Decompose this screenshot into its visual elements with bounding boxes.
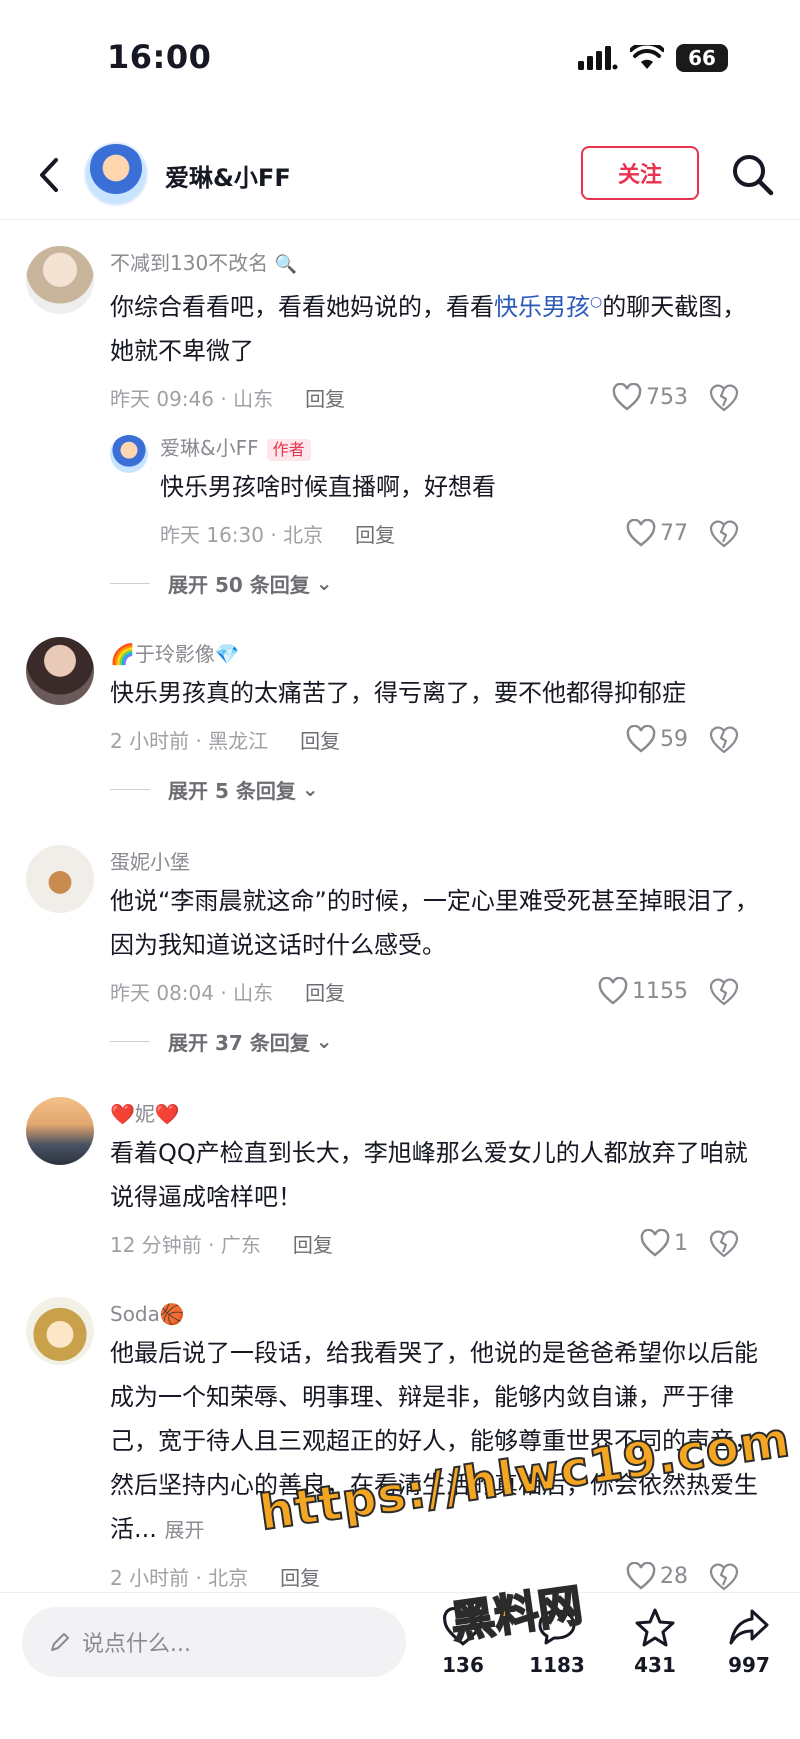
dislike-icon[interactable] (708, 1227, 740, 1259)
divider (110, 1040, 150, 1042)
reply-button[interactable]: 回复 (305, 977, 345, 1006)
comment-meta: 12 分钟前 · 广东 回复 1 (110, 1219, 770, 1267)
commenter-avatar[interactable] (26, 637, 94, 705)
comment-meta: 2 小时前 · 黑龙江 回复 59 (110, 715, 770, 763)
share-count: 997 (728, 1653, 770, 1677)
comment-input[interactable]: 说点什么... (22, 1607, 406, 1677)
commenter-avatar[interactable] (26, 246, 94, 314)
comment-meta: 昨天 08:04 · 山东 回复 1155 (110, 967, 770, 1015)
chevron-down-icon: ⌄ (315, 1029, 333, 1053)
search-icon[interactable] (728, 150, 778, 200)
dislike-icon[interactable] (708, 723, 740, 755)
commenter-avatar[interactable] (26, 845, 94, 913)
reply-button[interactable]: 回复 (280, 1562, 320, 1591)
comment-list[interactable]: 不减到130不改名 🔍 你综合看看吧，看看她妈说的，看看快乐男孩○的聊天截图，她… (0, 222, 800, 1592)
dislike-icon[interactable] (708, 381, 740, 413)
comment-item: 蛋妮小堡 他说“李雨晨就这命”的时候，一定心里难受死甚至掉眼泪了， 因为我知道说… (0, 815, 800, 1067)
reply-text: 快乐男孩啥时候直播啊，好想看 (160, 473, 496, 501)
like-button[interactable]: 1 (640, 1229, 688, 1257)
star-icon (635, 1608, 675, 1647)
commenter-name[interactable]: 不减到130不改名 🔍 (110, 246, 770, 280)
dislike-icon[interactable] (708, 1560, 740, 1592)
commenter-name[interactable]: ❤️妮❤️ (110, 1097, 770, 1131)
status-icons: 66 (578, 44, 728, 72)
comment-text: 你综合看看吧，看看她妈说的，看看快乐男孩○的聊天截图，她就不卑微了 (110, 293, 747, 365)
wifi-icon (630, 45, 664, 69)
author-name[interactable]: 爱琳&小FF (165, 158, 291, 193)
heart-icon (612, 383, 642, 411)
follow-button[interactable]: 关注 (581, 146, 699, 200)
status-bar: 16:00 66 (0, 0, 800, 110)
video-header: 爱琳&小FF 关注 (0, 130, 800, 220)
share-action[interactable]: 997 (704, 1607, 794, 1677)
comment-text: 快乐男孩真的太痛苦了，得亏离了，要不他都得抑郁症 (110, 679, 686, 707)
dislike-icon[interactable] (708, 517, 740, 549)
heart-icon (626, 1562, 656, 1590)
author-badge: 作者 (266, 438, 311, 461)
reply-button[interactable]: 回复 (305, 383, 345, 412)
author-reply: 爱琳&小FF 作者 快乐男孩啥时候直播啊，好想看 昨天 16:30 · 北京 回复… (110, 431, 770, 557)
search-link[interactable]: 快乐男孩 (494, 293, 590, 321)
favorite-action[interactable]: 431 (610, 1607, 700, 1677)
expand-replies[interactable]: 展开 5 条回复 ⌄ (110, 763, 770, 815)
reply-name[interactable]: 爱琳&小FF 作者 (160, 431, 770, 465)
reply-button[interactable]: 回复 (300, 725, 340, 754)
commenter-name[interactable]: 🌈于玲影像💎 (110, 637, 770, 671)
chevron-down-icon: ⌄ (315, 571, 333, 595)
status-time: 16:00 (107, 38, 212, 76)
battery-indicator: 66 (676, 44, 728, 72)
commenter-name[interactable]: 蛋妮小堡 (110, 845, 770, 879)
pencil-icon (51, 1633, 69, 1651)
commenter-avatar[interactable] (26, 1097, 94, 1165)
reply-button[interactable]: 回复 (293, 1229, 333, 1258)
heart-icon (626, 519, 656, 547)
commenter-avatar[interactable] (26, 1297, 94, 1365)
like-count: 136 (442, 1653, 484, 1677)
like-button[interactable]: 1155 (598, 977, 688, 1005)
reply-meta: 昨天 16:30 · 北京 回复 77 (160, 509, 770, 557)
dislike-icon[interactable] (708, 975, 740, 1007)
comment-meta: 2 小时前 · 北京 回复 28 (110, 1552, 770, 1592)
like-button[interactable]: 59 (626, 725, 688, 753)
comment-text: 他说“李雨晨就这命”的时候，一定心里难受死甚至掉眼泪了， 因为我知道说这话时什么… (110, 887, 759, 959)
comment-count: 1183 (529, 1653, 585, 1677)
expand-replies[interactable]: 展开 37 条回复 ⌄ (110, 1015, 770, 1067)
comment-item: ❤️妮❤️ 看着QQ产检直到长大，李旭峰那么爱女儿的人都放弃了咱就说得逼成啥样吧… (0, 1067, 800, 1267)
comment-placeholder: 说点什么... (82, 1632, 191, 1657)
heart-icon (598, 977, 628, 1005)
signal-icon (578, 46, 618, 70)
search-icon: 🔍 (274, 254, 297, 275)
divider (110, 788, 150, 790)
favorite-count: 431 (634, 1653, 676, 1677)
share-icon (729, 1609, 769, 1645)
bottom-action-bar: 说点什么... 136 1183 431 997 (0, 1592, 800, 1739)
like-button[interactable]: 77 (626, 519, 688, 547)
author-avatar[interactable] (84, 142, 148, 206)
comment-meta: 昨天 09:46 · 山东 回复 753 (110, 373, 770, 421)
chevron-down-icon: ⌄ (301, 777, 319, 801)
comment-item: 🌈于玲影像💎 快乐男孩真的太痛苦了，得亏离了，要不他都得抑郁症 2 小时前 · … (0, 609, 800, 815)
heart-icon (640, 1229, 670, 1257)
commenter-name[interactable]: Soda🏀 (110, 1297, 770, 1331)
expand-text-button[interactable]: 展开 (165, 1518, 205, 1542)
back-icon[interactable] (30, 150, 70, 200)
reply-button[interactable]: 回复 (355, 519, 395, 548)
comment-text: 看着QQ产检直到长大，李旭峰那么爱女儿的人都放弃了咱就说得逼成啥样吧！ (110, 1139, 748, 1211)
like-button[interactable]: 753 (612, 383, 688, 411)
reply-avatar[interactable] (110, 435, 148, 473)
search-small-icon: ○ (590, 294, 603, 310)
expand-replies[interactable]: 展开 50 条回复 ⌄ (110, 557, 770, 609)
comment-item: 不减到130不改名 🔍 你综合看看吧，看看她妈说的，看看快乐男孩○的聊天截图，她… (0, 222, 800, 609)
like-button[interactable]: 28 (626, 1562, 688, 1590)
divider (110, 582, 150, 584)
heart-icon (626, 725, 656, 753)
